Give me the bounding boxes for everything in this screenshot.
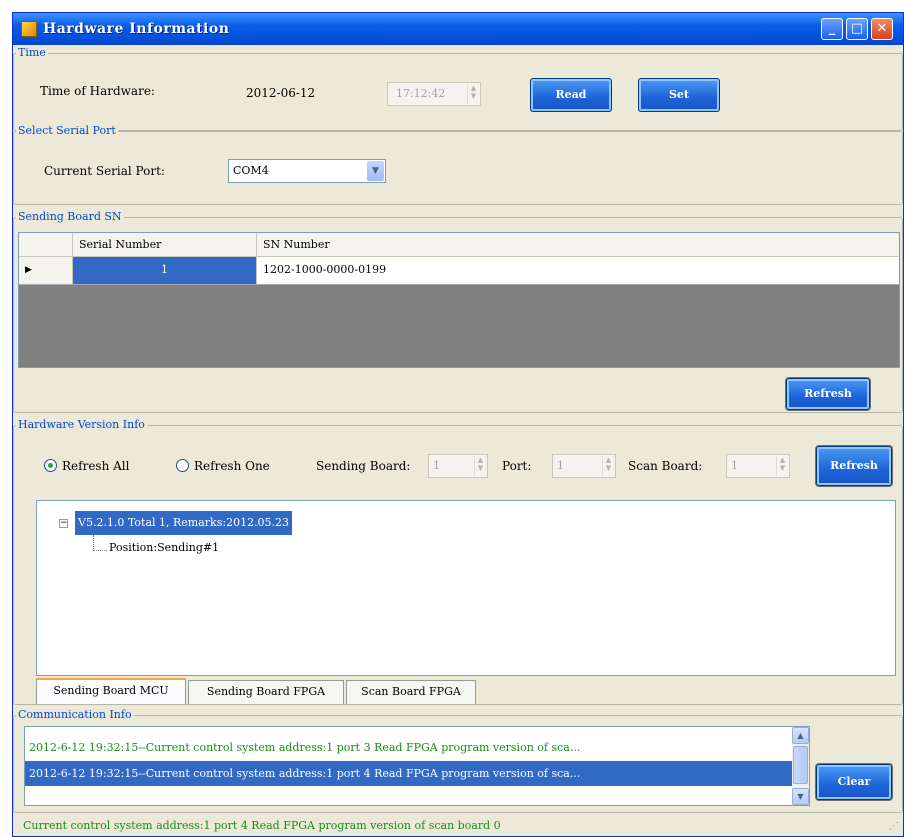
port-value: 1 — [557, 459, 564, 472]
time-group-label: Time — [16, 46, 48, 59]
sn-number-cell[interactable]: 1202-1000-0000-0199 — [257, 257, 899, 284]
serial-port-group: Select Serial Port Current Serial Port: … — [13, 124, 903, 205]
hardware-time-value: 17:12:42 — [396, 87, 446, 100]
time-of-hardware-label: Time of Hardware: — [40, 84, 155, 98]
refresh-all-radio[interactable] — [44, 459, 57, 472]
version-refresh-button[interactable]: Refresh — [816, 446, 892, 486]
sn-table-header: Serial Number SN Number — [19, 233, 899, 257]
sending-board-sn-group: Sending Board SN Serial Number SN Number… — [13, 210, 903, 413]
time-group: Time Time of Hardware: 2012-06-12 17:12:… — [13, 46, 903, 131]
read-button[interactable]: Read — [530, 78, 612, 112]
tab-sending-board-mcu[interactable]: Sending Board MCU — [36, 678, 186, 704]
scroll-down-icon[interactable]: ▼ — [792, 788, 809, 805]
row-header-corner — [19, 233, 73, 256]
maximize-icon: □ — [850, 21, 864, 36]
set-button[interactable]: Set — [638, 78, 720, 112]
hardware-date-value: 2012-06-12 — [246, 86, 316, 100]
maximize-button[interactable]: □ — [846, 18, 868, 40]
app-icon — [21, 21, 37, 37]
sending-board-value: 1 — [433, 459, 440, 472]
list-item[interactable]: 2012-6-12 19:32:15--Current control syst… — [25, 735, 793, 760]
tree-collapse-toggle[interactable]: − — [59, 519, 68, 528]
scroll-thumb[interactable] — [793, 746, 808, 784]
scan-board-label: Scan Board: — [628, 459, 703, 473]
close-icon: ✕ — [876, 21, 888, 36]
column-serial-number[interactable]: Serial Number — [73, 233, 257, 256]
port-label: Port: — [502, 459, 532, 473]
refresh-one-radio[interactable] — [176, 459, 189, 472]
column-sn-number[interactable]: SN Number — [257, 233, 899, 256]
sending-board-spin-arrows[interactable]: ▲ ▼ — [474, 456, 486, 476]
tab-scan-board-fpga[interactable]: Scan Board FPGA — [346, 680, 476, 704]
refresh-all-label[interactable]: Refresh All — [62, 459, 129, 473]
sn-table: Serial Number SN Number ▶ 1 1202-1000-00… — [18, 232, 900, 368]
minimize-icon: _ — [828, 21, 836, 36]
status-bar: Current control system address:1 port 4 … — [13, 813, 903, 837]
clear-button[interactable]: Clear — [816, 764, 892, 800]
hardware-version-group: Hardware Version Info Refresh All Refres… — [13, 418, 903, 705]
sn-refresh-button[interactable]: Refresh — [786, 378, 870, 410]
hardware-version-label: Hardware Version Info — [16, 418, 147, 431]
log-scrollbar[interactable]: ▲ ▼ — [792, 727, 809, 805]
tree-node-version[interactable]: V5.2.1.0 Total 1, Remarks:2012.05.23 — [75, 511, 293, 535]
minimize-button[interactable]: _ — [821, 18, 843, 40]
serial-number-cell[interactable]: 1 — [73, 257, 257, 284]
sending-board-sn-label: Sending Board SN — [16, 210, 124, 223]
status-text: Current control system address:1 port 4 … — [23, 819, 501, 832]
communication-log[interactable]: 2012-6-12 19:32:15--Current control syst… — [24, 726, 810, 806]
close-button[interactable]: ✕ — [871, 18, 893, 40]
table-row[interactable]: ▶ 1 1202-1000-0000-0199 — [19, 257, 899, 285]
port-spin-arrows[interactable]: ▲ ▼ — [602, 456, 614, 476]
scan-board-spinner[interactable]: 1 ▲ ▼ — [726, 454, 790, 478]
communication-info-label: Communication Info — [16, 708, 134, 721]
refresh-one-label[interactable]: Refresh One — [194, 459, 270, 473]
version-tree: − V5.2.1.0 Total 1, Remarks:2012.05.23 P… — [36, 500, 896, 676]
serial-port-group-label: Select Serial Port — [16, 124, 118, 137]
tree-node-position[interactable]: Position:Sending#1 — [109, 541, 219, 554]
scan-board-spin-arrows[interactable]: ▲ ▼ — [776, 456, 788, 476]
resize-grip-icon[interactable]: ⋰ — [889, 821, 899, 832]
communication-info-group: Communication Info 2012-6-12 19:32:15--C… — [13, 708, 903, 813]
scan-board-value: 1 — [731, 459, 738, 472]
serial-port-select[interactable]: COM4 ▼ — [228, 159, 386, 183]
sending-board-spinner[interactable]: 1 ▲ ▼ — [428, 454, 488, 478]
current-serial-port-label: Current Serial Port: — [44, 164, 165, 178]
hardware-info-window: Hardware Information _ □ ✕ Time Time of … — [12, 12, 904, 837]
port-spinner[interactable]: 1 ▲ ▼ — [552, 454, 616, 478]
chevron-down-icon[interactable]: ▼ — [367, 161, 384, 181]
tree-connector — [93, 535, 107, 551]
title-bar[interactable]: Hardware Information _ □ ✕ — [13, 13, 903, 45]
sending-board-label: Sending Board: — [316, 459, 411, 473]
row-selector[interactable]: ▶ — [19, 257, 73, 284]
time-spin-arrows[interactable]: ▲ ▼ — [467, 84, 479, 104]
serial-port-value: COM4 — [233, 164, 269, 177]
list-item[interactable]: 2012-6-12 19:32:15--Current control syst… — [25, 761, 793, 786]
window-title: Hardware Information — [43, 21, 230, 37]
tab-sending-board-fpga[interactable]: Sending Board FPGA — [188, 680, 344, 704]
scroll-up-icon[interactable]: ▲ — [792, 727, 809, 744]
hardware-time-spinner[interactable]: 17:12:42 ▲ ▼ — [387, 82, 481, 106]
